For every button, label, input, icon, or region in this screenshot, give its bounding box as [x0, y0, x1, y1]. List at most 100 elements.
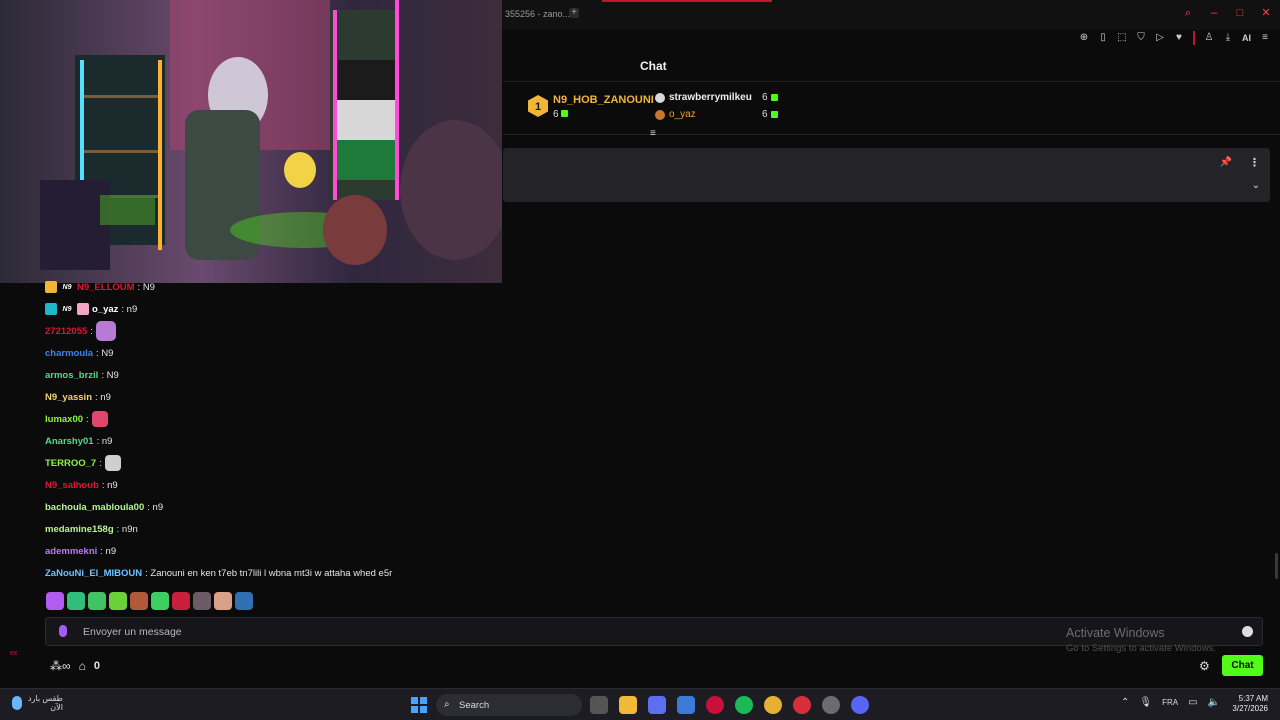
- chat-text: : n9: [147, 501, 164, 513]
- chat-username[interactable]: Anarshy01: [45, 436, 94, 447]
- leaderboard-name-1[interactable]: N9_HOB_ZANOUNI: [553, 94, 654, 106]
- chat-username[interactable]: N9_ELLOUM: [77, 282, 135, 293]
- emote-icon[interactable]: [109, 592, 127, 610]
- chat-message: N9_yassin : n9: [45, 390, 111, 404]
- close-icon[interactable]: ✕: [1260, 7, 1272, 19]
- emote-icon[interactable]: [172, 592, 190, 610]
- copilot-icon[interactable]: [648, 696, 666, 714]
- store-app-icon[interactable]: [677, 696, 695, 714]
- chrome-icon[interactable]: [764, 696, 782, 714]
- browser-tab-title[interactable]: 355256 - zano...: [505, 9, 570, 19]
- bookmark-icon[interactable]: ▯: [1098, 33, 1108, 43]
- emote-icon[interactable]: [130, 592, 148, 610]
- send-chat-button[interactable]: Chat: [1222, 655, 1263, 676]
- kick-gem-icon: [561, 110, 569, 117]
- emote-icon[interactable]: [67, 592, 85, 610]
- activate-windows-title: Activate Windows: [1066, 626, 1165, 640]
- chat-username[interactable]: armos_brzil: [45, 370, 98, 381]
- file-explorer-icon[interactable]: [619, 696, 637, 714]
- chat-input-placeholder[interactable]: Envoyer un message: [83, 626, 182, 638]
- chevron-down-icon[interactable]: ⌄: [1252, 180, 1260, 191]
- chat-bottom-actions: ⁂∞ ⌂ 0: [50, 659, 100, 673]
- more-options-icon[interactable]: ⋮: [1249, 156, 1260, 169]
- download-icon[interactable]: ⤓: [1223, 33, 1233, 43]
- steam-icon[interactable]: [822, 696, 840, 714]
- chat-text: : N9: [101, 369, 119, 381]
- chat-scrollbar[interactable]: [1275, 553, 1278, 579]
- taskbar-search[interactable]: ⌕ Search: [436, 694, 582, 716]
- display-icon[interactable]: ▭: [1188, 697, 1197, 708]
- language-indicator[interactable]: FRA: [1162, 698, 1178, 707]
- points-icon[interactable]: ⁂∞: [50, 659, 71, 673]
- store-icon[interactable]: ⌂: [79, 659, 86, 673]
- new-tab-button[interactable]: +: [569, 8, 579, 18]
- chat-username[interactable]: TERROO_7: [45, 458, 96, 469]
- app-icon[interactable]: [793, 696, 811, 714]
- microphone-icon[interactable]: [59, 625, 67, 637]
- chat-text: : n9: [96, 435, 113, 447]
- chat-username[interactable]: N9_salhoub: [45, 480, 99, 491]
- spotify-icon[interactable]: [735, 696, 753, 714]
- weather-widget[interactable]: طقس بارد الآن: [12, 694, 63, 712]
- play-icon[interactable]: ▷: [1155, 33, 1165, 43]
- chat-username[interactable]: lumax00: [45, 414, 83, 425]
- kick-gem-icon: [770, 94, 778, 101]
- leaderboard-name-3[interactable]: o_yaz: [669, 109, 696, 120]
- task-view-icon[interactable]: [590, 696, 608, 714]
- chat-username[interactable]: ZaNouNi_El_MIBOUN: [45, 568, 142, 579]
- emote-icon[interactable]: [235, 592, 253, 610]
- menu-icon[interactable]: ≡: [1260, 33, 1270, 43]
- chat-username[interactable]: medamine158g: [45, 524, 114, 535]
- chat-message: medamine158g : n9n: [45, 522, 138, 536]
- chat-username[interactable]: charmoula: [45, 348, 93, 359]
- chat-message: lumax00 :: [45, 411, 108, 427]
- ai-button[interactable]: AI: [1242, 33, 1251, 43]
- windows-taskbar: طقس بارد الآن ⌕ Search ⌃ 🎙 FRA ▭ 🔈 5:37 …: [0, 688, 1280, 720]
- opera-icon[interactable]: [706, 696, 724, 714]
- leaderboard-name-2[interactable]: strawberrymilkeu: [669, 92, 752, 103]
- kick-gem-icon: [770, 111, 778, 118]
- crop-icon[interactable]: ⬚: [1117, 33, 1127, 43]
- chat-emote-icon: [104, 455, 121, 471]
- emote-icon[interactable]: [151, 592, 169, 610]
- subscriber-badge-icon: [45, 303, 57, 315]
- leaderboard-value-2-text: 6: [762, 92, 768, 103]
- silver-medal-icon: [655, 92, 665, 103]
- search-icon[interactable]: ⌕: [1182, 7, 1194, 19]
- shield-icon[interactable]: ⛉: [1136, 33, 1146, 43]
- emote-icon[interactable]: [214, 592, 232, 610]
- heart-icon[interactable]: ♥: [1174, 33, 1184, 43]
- discord-icon[interactable]: [851, 696, 869, 714]
- chat-username[interactable]: 27212055: [45, 326, 87, 337]
- start-windows-icon[interactable]: [411, 697, 427, 713]
- microphone-tray-icon[interactable]: 🎙: [1139, 697, 1152, 708]
- chat-message: N9_salhoub : n9: [45, 478, 118, 492]
- leaderboard-value-3: 6: [762, 109, 778, 120]
- minimize-icon[interactable]: –: [1208, 7, 1220, 19]
- chat-text: : N9: [96, 347, 114, 359]
- pin-icon[interactable]: 📌: [1220, 157, 1232, 168]
- emoji-picker-icon[interactable]: [1242, 626, 1253, 637]
- emote-icon[interactable]: [193, 592, 211, 610]
- collapse-leaderboard-icon[interactable]: ≡: [650, 129, 656, 139]
- clock-date: 3/27/2026: [1232, 704, 1268, 713]
- chat-username[interactable]: bachoula_mabloula00: [45, 502, 144, 513]
- emote-icon[interactable]: [46, 592, 64, 610]
- emote-icon[interactable]: [88, 592, 106, 610]
- chat-text: :: [86, 413, 89, 425]
- chat-username[interactable]: ademmekni: [45, 546, 97, 557]
- chat-username[interactable]: N9_yassin: [45, 392, 92, 403]
- maximize-icon[interactable]: □: [1234, 7, 1246, 19]
- chat-settings-gear-icon[interactable]: ⚙: [1199, 659, 1210, 673]
- window-controls: ⌕ – □ ✕: [1182, 7, 1272, 19]
- pinned-message-box[interactable]: 📌 ⋮ ⌄: [503, 148, 1270, 202]
- stream-video-player[interactable]: [0, 0, 502, 283]
- chat-username[interactable]: o_yaz: [92, 304, 118, 315]
- account-icon[interactable]: ♙: [1204, 33, 1214, 43]
- browser-toolbar: ⊕ ▯ ⬚ ⛉ ▷ ♥ ♙ ⤓ AI ≡: [1079, 30, 1270, 46]
- chevron-up-icon[interactable]: ⌃: [1121, 697, 1129, 708]
- weather-line-2: الآن: [50, 703, 63, 712]
- taskbar-clock[interactable]: 5:37 AM 3/27/2026: [1232, 694, 1268, 714]
- zoom-icon[interactable]: ⊕: [1079, 33, 1089, 43]
- volume-icon[interactable]: 🔈: [1208, 697, 1220, 708]
